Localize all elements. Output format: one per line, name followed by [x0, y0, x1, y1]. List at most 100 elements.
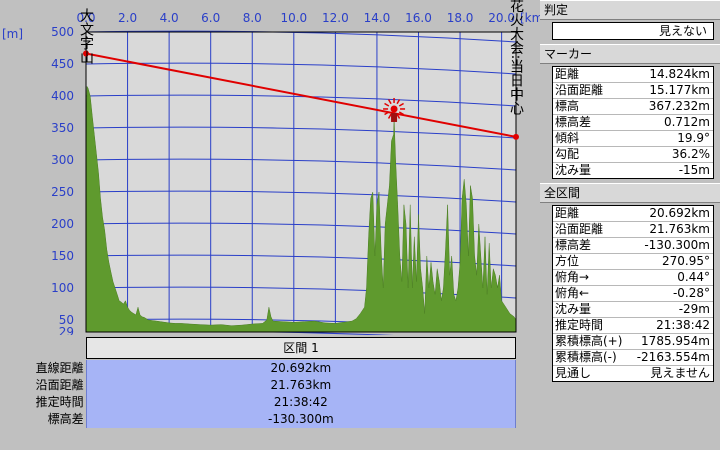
total-title: 全区間: [540, 183, 720, 203]
info-key: 沿面距離: [555, 222, 604, 236]
info-key: 標高差: [555, 115, 592, 129]
y-tick-label: 350: [51, 121, 74, 135]
info-value: 見えません: [650, 366, 710, 380]
info-row: 距離 20.692km: [553, 206, 713, 222]
info-value: 367.232m: [648, 99, 710, 113]
summary-label: 推定時間: [35, 395, 84, 409]
info-row: 傾斜 19.9°: [553, 131, 713, 147]
x-tick-label: 16.0: [405, 11, 432, 25]
judge-box: 見えない: [552, 22, 714, 40]
info-row: 累積標高(-) -2163.554m: [553, 350, 713, 366]
info-key: 標高差: [555, 238, 592, 252]
info-key: 推定時間: [555, 318, 604, 332]
info-key: 見通し: [555, 366, 592, 380]
x-tick-label: 14.0: [364, 11, 391, 25]
judge-value: 見えない: [658, 24, 707, 38]
y-tick-label: 200: [51, 217, 74, 231]
info-value: 14.824km: [649, 67, 710, 81]
marker-title: マーカー: [540, 44, 720, 64]
info-value: -29m: [678, 302, 710, 316]
x-tick-label: 4.0: [160, 11, 179, 25]
summary-row: 標高差 -130.300m: [0, 411, 516, 428]
y-tick-label: 29: [59, 325, 74, 335]
info-row: 俯角→ 0.44°: [553, 270, 713, 286]
section-label: 区間 1: [283, 341, 319, 355]
info-value: 20.692km: [649, 206, 710, 220]
info-row: 方位 270.95°: [553, 254, 713, 270]
info-key: 標高: [555, 99, 580, 113]
info-row: 勾配 36.2%: [553, 147, 713, 163]
info-row: 沈み量 -29m: [553, 302, 713, 318]
info-key: 距離: [555, 206, 580, 220]
info-key: 勾配: [555, 147, 580, 161]
info-key: 距離: [555, 67, 580, 81]
info-row: 俯角← -0.28°: [553, 286, 713, 302]
info-row: 累積標高(+) 1785.954m: [553, 334, 713, 350]
info-value: 21.763km: [649, 222, 710, 236]
summary-row: 推定時間 21:38:42: [0, 394, 516, 411]
info-value: -15m: [678, 163, 710, 177]
info-value: 1785.954m: [641, 334, 710, 348]
end-location-label: 保津川花火大会:当日中心: [508, 0, 524, 116]
y-tick-label: 300: [51, 153, 74, 167]
x-tick-label: 18.0: [447, 11, 474, 25]
info-panel: 判定 見えない マーカー 距離 14.824km 沿面距離 15.177km 標高 367…: [540, 0, 720, 450]
summary-label: 標高差: [47, 412, 84, 426]
info-row: 見通し 見えません: [553, 366, 713, 381]
info-value: 15.177km: [649, 83, 710, 97]
x-tick-label: 12.0: [322, 11, 349, 25]
info-key: 傾斜: [555, 131, 580, 145]
info-key: 俯角→: [555, 270, 590, 284]
info-key: 沈み量: [555, 163, 592, 177]
info-value: 19.9°: [677, 131, 710, 145]
summary-value: 20.692km: [85, 360, 516, 377]
summary-row: 直線距離 20.692km: [0, 360, 516, 377]
y-tick-label: 500: [51, 25, 74, 39]
summary-row: 沿面距離 21.763km: [0, 377, 516, 394]
info-key: 沿面距離: [555, 83, 604, 97]
summary-value: 21.763km: [85, 377, 516, 394]
info-value: -0.28°: [672, 286, 710, 300]
y-tick-label: 400: [51, 89, 74, 103]
y-axis-unit: [m]: [2, 27, 23, 41]
summary-label: 沿面距離: [35, 378, 84, 392]
judge-title: 判定: [540, 0, 720, 20]
marker-head: [390, 105, 398, 113]
info-key: 累積標高(-): [555, 350, 617, 364]
y-tick-label: 250: [51, 185, 74, 199]
summary-label: 直線距離: [35, 361, 84, 375]
info-row: 標高差 0.712m: [553, 115, 713, 131]
info-value: -2163.554m: [636, 350, 710, 364]
summary-value: -130.300m: [85, 411, 516, 428]
info-key: 俯角←: [555, 286, 590, 300]
total-info-box: 距離 20.692km 沿面距離 21.763km 標高差 -130.300m 方位 270.…: [552, 205, 714, 382]
info-value: 0.712m: [663, 115, 710, 129]
y-tick-label: 150: [51, 249, 74, 263]
y-tick-label: 450: [51, 57, 74, 71]
info-row: 沿面距離 15.177km: [553, 83, 713, 99]
info-key: 累積標高(+): [555, 334, 623, 348]
profile-svg: 0.0 2.0 4.0 6.0 8.0 10.0 12.0 14.0 16.0 18.0 20.05…: [2, 0, 540, 335]
marker-body: [391, 112, 398, 122]
x-tick-label: 2.0: [118, 11, 137, 25]
section-tab[interactable]: 区間 1: [86, 337, 516, 359]
elevation-profile-chart[interactable]: 0.0 2.0 4.0 6.0 8.0 10.0 12.0 14.0 16.0 18.0 20.0 5…: [0, 0, 540, 335]
info-value: 21:38:42: [656, 318, 710, 332]
info-value: 270.95°: [662, 254, 710, 268]
info-row: 標高差 -130.300m: [553, 238, 713, 254]
info-value: 36.2%: [671, 147, 710, 161]
section-summary-table: 直線距離 20.692km 沿面距離 21.763km 推定時間 21:38:4…: [0, 360, 516, 428]
info-value: -130.300m: [644, 238, 710, 252]
start-location-label: 大文字山: [78, 8, 94, 64]
info-value: 0.44°: [677, 270, 710, 284]
y-tick-label: 100: [51, 281, 74, 295]
info-row: 距離 14.824km: [553, 67, 713, 83]
info-row: 沿面距離 21.763km: [553, 222, 713, 238]
end-point: [513, 133, 519, 140]
summary-value: 21:38:42: [85, 394, 516, 411]
x-tick-label: 6.0: [201, 11, 220, 25]
marker-info-box: 距離 14.824km 沿面距離 15.177km 標高 367.232m 標高差 0.712…: [552, 66, 714, 179]
info-row: 沈み量 -15m: [553, 163, 713, 178]
info-row: 推定時間 21:38:42: [553, 318, 713, 334]
x-tick-label: 10.0: [280, 11, 307, 25]
